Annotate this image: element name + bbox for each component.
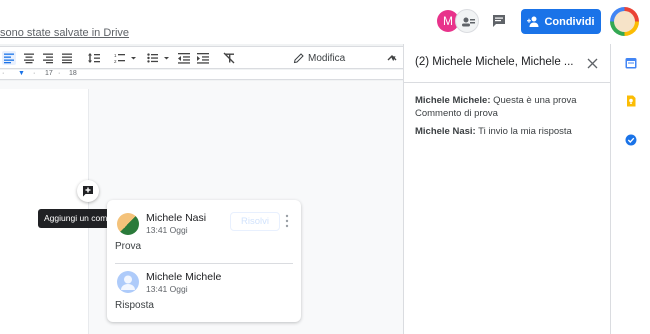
decrease-indent-icon[interactable] xyxy=(177,51,191,65)
share-button[interactable]: Condividi xyxy=(521,9,601,34)
message-text: Questa è una prova xyxy=(490,95,577,106)
clear-formatting-icon[interactable] xyxy=(222,51,236,65)
horizontal-ruler: · ▼ · 17 · 18 xyxy=(0,70,403,80)
message-text: Commento di prova xyxy=(415,108,498,119)
collaborators-more-avatar[interactable] xyxy=(455,9,479,33)
align-center-icon[interactable] xyxy=(22,51,36,65)
align-right-icon[interactable] xyxy=(41,51,55,65)
share-button-label: Condividi xyxy=(544,15,595,28)
comment-text: Prova xyxy=(115,241,142,252)
panel-title: (2) Michele Michele, Michele ... xyxy=(415,56,574,68)
pencil-icon xyxy=(293,52,304,63)
chevron-up-icon[interactable] xyxy=(386,52,398,64)
default-avatar-icon xyxy=(121,275,135,290)
thread-message[interactable]: Michele Michele: Questa è una prova xyxy=(415,95,577,106)
svg-text:2: 2 xyxy=(114,59,117,64)
avatar xyxy=(117,213,139,235)
comment-text: Risposta xyxy=(115,300,154,311)
thread-message[interactable]: Commento di prova xyxy=(415,108,498,119)
chat-icon[interactable] xyxy=(491,13,507,29)
side-apps-panel xyxy=(610,44,650,334)
comments-panel: (2) Michele Michele, Michele ... Michele… xyxy=(403,44,611,334)
increase-indent-icon[interactable] xyxy=(196,51,210,65)
message-author: Michele Michele: xyxy=(415,95,491,106)
more-vert-icon[interactable] xyxy=(283,213,291,229)
message-text: Ti invio la mia risposta xyxy=(475,126,572,137)
header-bar: sono state salvate in Drive M Condividi xyxy=(0,0,650,44)
comment-timestamp: 13:41 Oggi xyxy=(146,225,188,235)
close-icon[interactable] xyxy=(587,58,598,69)
comment-thread-card[interactable]: Michele Nasi 13:41 Oggi Risolvi Prova Mi… xyxy=(107,200,301,322)
account-avatar[interactable] xyxy=(610,7,639,36)
save-status-link[interactable]: sono state salvate in Drive xyxy=(0,27,129,39)
calendar-icon[interactable] xyxy=(625,57,637,69)
add-comment-button[interactable] xyxy=(77,180,99,202)
editing-mode-dropdown[interactable]: Modifica ▼ xyxy=(293,51,397,65)
numbered-list-icon[interactable]: 1 2 xyxy=(113,51,141,65)
comment-author: Michele Michele xyxy=(146,271,222,283)
indent-marker-icon[interactable]: ▼ xyxy=(18,70,25,77)
align-left-icon[interactable] xyxy=(2,51,16,65)
line-spacing-icon[interactable] xyxy=(87,51,101,65)
add-comment-icon xyxy=(83,186,93,197)
add-person-icon xyxy=(527,16,539,27)
comment-timestamp: 13:41 Oggi xyxy=(146,284,188,294)
avatar xyxy=(117,271,139,293)
ruler-tick: 18 xyxy=(69,70,77,77)
divider xyxy=(115,263,293,264)
message-author: Michele Nasi: xyxy=(415,126,476,137)
docs-window: sono state salvate in Drive M Condividi xyxy=(0,0,650,334)
bulleted-list-icon[interactable] xyxy=(146,51,174,65)
people-icon xyxy=(462,17,475,27)
divider xyxy=(404,82,611,83)
ruler-tick: 17 xyxy=(45,70,53,77)
keep-icon[interactable] xyxy=(625,95,637,107)
thread-message[interactable]: Michele Nasi: Ti invio la mia risposta xyxy=(415,126,572,137)
svg-text:1: 1 xyxy=(114,53,117,58)
comment-author: Michele Nasi xyxy=(146,212,207,224)
formatting-toolbar: 1 2 Modifica ▼ xyxy=(0,46,403,69)
tasks-icon[interactable] xyxy=(625,134,637,146)
justify-icon[interactable] xyxy=(60,51,74,65)
resolve-button[interactable]: Risolvi xyxy=(230,212,280,231)
editing-mode-label: Modifica xyxy=(308,52,346,64)
